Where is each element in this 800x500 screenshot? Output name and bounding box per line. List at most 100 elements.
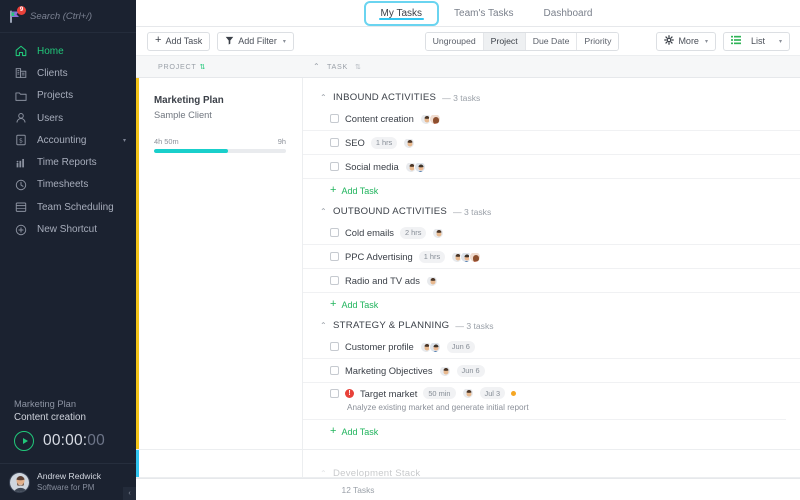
assignee-avatars[interactable] bbox=[432, 226, 445, 239]
task-row[interactable]: ! Target market 50 min Jul 3 bbox=[303, 383, 800, 403]
assignee-avatars[interactable] bbox=[438, 364, 451, 377]
sidebar-item-new-shortcut[interactable]: New Shortcut bbox=[0, 218, 136, 240]
assignee-avatars[interactable] bbox=[404, 160, 426, 173]
sidebar-item-projects[interactable]: Projects bbox=[0, 85, 136, 107]
sidebar-collapse-button[interactable]: ‹ bbox=[123, 487, 136, 500]
section-task-count: — 3 tasks bbox=[455, 320, 494, 331]
chevron-up-icon[interactable]: ⌃ bbox=[320, 207, 327, 216]
group-option-ungrouped[interactable]: Ungrouped bbox=[425, 32, 484, 50]
add-task-button[interactable]: + Add Task bbox=[147, 31, 211, 51]
task-due-date-badge[interactable]: Jul 3 bbox=[479, 387, 506, 399]
next-project-group-row[interactable]: ⌃ Development Stack bbox=[136, 450, 800, 478]
assignee-avatars[interactable] bbox=[403, 136, 416, 149]
chevron-up-icon[interactable]: ⌃ bbox=[320, 93, 327, 102]
project-client: Sample Client bbox=[154, 110, 212, 120]
chevron-down-icon[interactable]: ▾ bbox=[123, 137, 126, 144]
main-area: My Tasks Team's Tasks Dashboard + Add Ta… bbox=[136, 0, 800, 500]
view-switcher-button[interactable]: List ▾ bbox=[722, 31, 790, 51]
next-project-summary-card[interactable] bbox=[136, 450, 303, 477]
task-due-date-badge[interactable]: Jun 6 bbox=[456, 364, 485, 377]
section-title: STRATEGY & PLANNING bbox=[333, 320, 450, 331]
task-row[interactable]: Social media bbox=[303, 155, 800, 179]
plus-icon: + bbox=[330, 425, 337, 437]
view-label: List bbox=[750, 36, 765, 46]
current-user-panel[interactable]: Andrew Redwick Software for PM bbox=[0, 463, 136, 500]
section-header-outbound-activities[interactable]: ⌃ OUTBOUND ACTIVITIES — 3 tasks bbox=[303, 202, 800, 221]
task-checkbox[interactable] bbox=[330, 276, 339, 285]
task-name: SEO bbox=[345, 137, 365, 148]
next-section-header[interactable]: ⌃ Development Stack bbox=[320, 468, 800, 477]
task-name: Target market bbox=[360, 387, 418, 399]
task-checkbox[interactable] bbox=[330, 342, 339, 351]
task-row[interactable]: Content creation bbox=[303, 107, 800, 131]
add-task-inline-button[interactable]: + Add Task bbox=[303, 420, 800, 443]
tab-dashboard[interactable]: Dashboard bbox=[529, 0, 608, 27]
task-row[interactable]: PPC Advertising 1 hrs bbox=[303, 245, 800, 269]
task-list-scroll-area[interactable]: Marketing Plan Sample Client 4h 50m 9h ⌃… bbox=[136, 78, 800, 478]
svg-text:$: $ bbox=[19, 138, 23, 145]
progress-bar-fill bbox=[154, 149, 228, 153]
tab-teams-tasks[interactable]: Team's Tasks bbox=[439, 0, 529, 27]
sidebar-item-clients[interactable]: Clients bbox=[0, 62, 136, 84]
task-row[interactable]: Customer profile Jun 6 bbox=[303, 335, 800, 359]
sidebar-item-team-scheduling[interactable]: Team Scheduling bbox=[0, 196, 136, 218]
add-task-inline-button[interactable]: + Add Task bbox=[303, 179, 800, 202]
avatar bbox=[461, 387, 474, 399]
assignee-avatars[interactable] bbox=[451, 250, 482, 263]
task-checkbox[interactable] bbox=[330, 138, 339, 147]
tab-label: Team's Tasks bbox=[454, 7, 514, 19]
sidebar-search-bar[interactable]: 9 bbox=[0, 0, 172, 33]
sidebar-item-accounting[interactable]: $ Accounting ▾ bbox=[0, 129, 136, 151]
clients-icon bbox=[14, 66, 28, 80]
task-row[interactable]: Marketing Objectives Jun 6 bbox=[303, 359, 800, 383]
section-task-count: — 3 tasks bbox=[442, 92, 481, 103]
assignee-avatars[interactable] bbox=[419, 340, 441, 353]
timer-controls: 00:00:00 bbox=[14, 431, 136, 451]
sidebar-item-home[interactable]: Home bbox=[0, 40, 136, 62]
user-icon bbox=[14, 111, 28, 125]
task-row[interactable]: Cold emails 2 hrs bbox=[303, 221, 800, 245]
project-summary-card[interactable]: Marketing Plan Sample Client 4h 50m 9h bbox=[136, 78, 303, 449]
status-bar: 12 Tasks bbox=[136, 478, 800, 500]
project-name: Marketing Plan bbox=[154, 95, 224, 106]
more-button[interactable]: More ▾ bbox=[656, 31, 716, 51]
sidebar-item-time-reports[interactable]: Time Reports bbox=[0, 151, 136, 173]
sort-icon[interactable]: ⇅ bbox=[355, 63, 362, 71]
task-checkbox[interactable] bbox=[330, 252, 339, 261]
task-row[interactable]: SEO 1 hrs bbox=[303, 131, 800, 155]
task-checkbox[interactable] bbox=[330, 366, 339, 375]
column-header-project[interactable]: Project ⇅ bbox=[136, 62, 303, 71]
assignee-avatars[interactable] bbox=[419, 112, 441, 125]
chevron-down-icon: ▾ bbox=[778, 38, 782, 45]
task-checkbox[interactable] bbox=[330, 162, 339, 171]
section-header-inbound-activities[interactable]: ⌃ INBOUND ACTIVITIES — 3 tasks bbox=[303, 88, 800, 107]
section-header-strategy-planning[interactable]: ⌃ STRATEGY & PLANNING — 3 tasks bbox=[303, 316, 800, 335]
chevron-down-icon: ▾ bbox=[282, 38, 286, 45]
sidebar-item-users[interactable]: Users bbox=[0, 107, 136, 129]
sort-icon[interactable]: ⇅ bbox=[199, 63, 206, 71]
add-task-inline-button[interactable]: + Add Task bbox=[303, 293, 800, 316]
sidebar-label: Users bbox=[37, 112, 64, 124]
add-filter-button[interactable]: Add Filter ▾ bbox=[217, 31, 294, 51]
group-option-due-date[interactable]: Due Date bbox=[525, 32, 578, 50]
task-checkbox[interactable] bbox=[330, 388, 339, 398]
project-group-row: Marketing Plan Sample Client 4h 50m 9h ⌃… bbox=[136, 78, 800, 450]
task-row[interactable]: Radio and TV ads bbox=[303, 269, 800, 293]
task-checkbox[interactable] bbox=[330, 228, 339, 237]
task-duration-badge: 1 hrs bbox=[370, 136, 398, 149]
chevron-up-icon[interactable]: ⌃ bbox=[320, 469, 327, 477]
group-option-priority[interactable]: Priority bbox=[577, 32, 619, 50]
timer-play-button[interactable] bbox=[14, 431, 34, 451]
group-option-project[interactable]: Project bbox=[483, 32, 526, 50]
tab-my-tasks[interactable]: My Tasks bbox=[363, 0, 440, 26]
assignee-avatars[interactable] bbox=[425, 274, 438, 287]
assignee-avatars[interactable] bbox=[461, 387, 474, 399]
chevron-up-icon[interactable]: ⌃ bbox=[313, 62, 320, 71]
task-due-date-badge[interactable]: Jun 6 bbox=[446, 340, 475, 353]
avatar bbox=[432, 226, 445, 239]
plus-icon: + bbox=[330, 184, 337, 196]
sidebar-item-timesheets[interactable]: Timesheets bbox=[0, 174, 136, 196]
task-checkbox[interactable] bbox=[330, 114, 339, 123]
chevron-up-icon[interactable]: ⌃ bbox=[320, 321, 327, 330]
column-header-task[interactable]: ⌃ Task ⇅ bbox=[303, 62, 362, 71]
